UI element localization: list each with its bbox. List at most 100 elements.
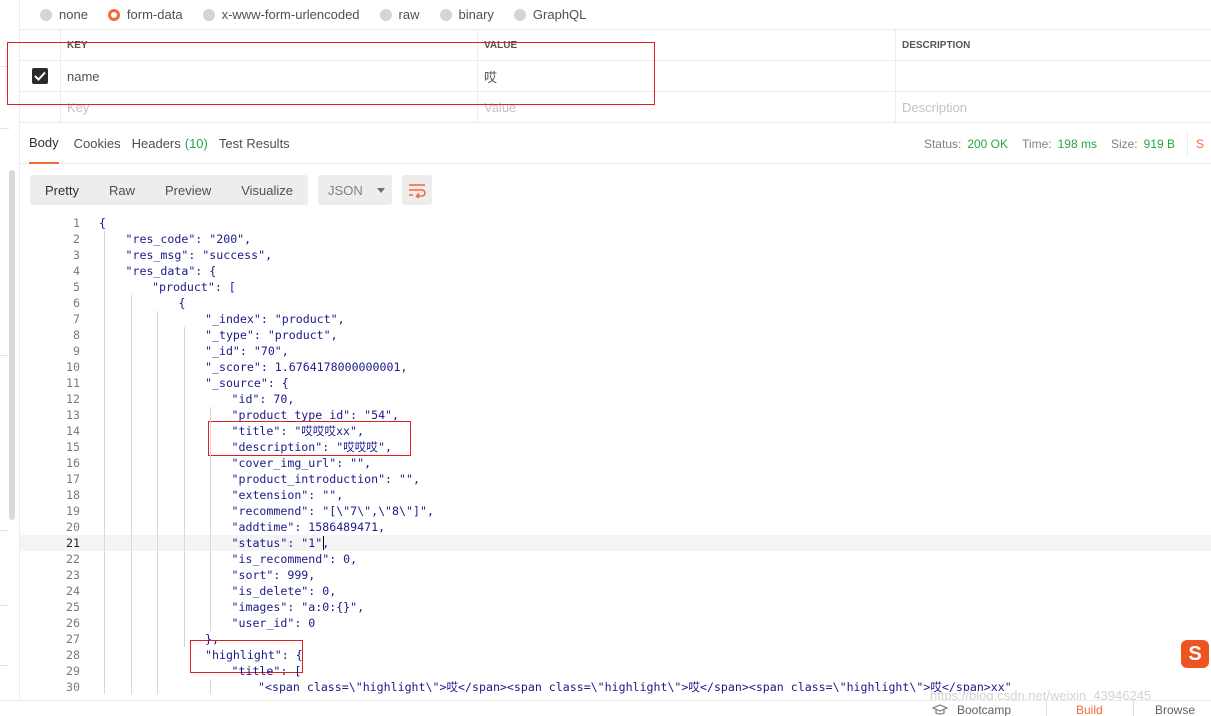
line-number: 18: [66, 488, 80, 502]
save-response-button[interactable]: S: [1187, 131, 1211, 157]
code-line: 23 "sort": 999,: [20, 567, 1211, 583]
line-number: 25: [66, 600, 80, 614]
tab-test-results[interactable]: Test Results: [219, 124, 290, 164]
code-text: "title": [: [231, 664, 302, 678]
chevron-down-icon: [376, 187, 385, 193]
code-text: {: [99, 216, 106, 230]
code-line: 28 "highlight": {: [20, 647, 1211, 663]
line-number: 29: [66, 664, 80, 678]
radio-label: x-www-form-urlencoded: [221, 7, 360, 22]
line-number: 12: [66, 392, 80, 406]
indent-guide: [210, 407, 211, 631]
size-label: Size:: [1110, 137, 1138, 151]
radio-dot-icon: [379, 8, 392, 21]
code-line: 17 "product_introduction": "",: [20, 471, 1211, 487]
code-line: 20 "addtime": 1586489471,: [20, 519, 1211, 535]
response-body-viewer[interactable]: 1{2 "res_code": "200", 3 "res_msg": "succes…: [20, 214, 1211, 694]
status-label: Status:: [923, 137, 962, 151]
code-text: "highlight": {: [205, 648, 303, 662]
line-number: 15: [66, 440, 80, 454]
tab-cookies[interactable]: Cookies: [74, 124, 121, 164]
radio-none[interactable]: none: [40, 7, 88, 22]
indent-guide: [130, 295, 132, 694]
code-line: 13 "product_type_id": "54",: [20, 407, 1211, 423]
code-line: 26 "user_id": 0: [20, 615, 1211, 631]
code-text: "product_type_id": "54",: [231, 408, 400, 422]
line-number: 30: [66, 680, 80, 694]
radio-dot-icon: [107, 8, 120, 21]
code-line: 5 "product": [: [20, 279, 1211, 295]
left-scrollbar[interactable]: [9, 170, 15, 520]
code-line: 22 "is_recommend": 0,: [20, 551, 1211, 567]
code-line: 19 "recommend": "[\"7\",\"8\"]",: [20, 503, 1211, 519]
code-line: 10 "_score": 1.6764178000000001,: [20, 359, 1211, 375]
new-description-input[interactable]: Description: [896, 92, 1211, 122]
code-text: "title": "哎哎哎xx",: [231, 424, 365, 438]
line-number: 13: [66, 408, 80, 422]
sogou-ime-icon[interactable]: S: [1181, 640, 1209, 668]
radio-x-www-form-urlencoded[interactable]: x-www-form-urlencoded: [202, 7, 360, 22]
tab-body[interactable]: Body: [29, 124, 59, 164]
code-line: 9 "_id": "70",: [20, 343, 1211, 359]
code-text: "_score": 1.6764178000000001,: [205, 360, 408, 374]
wrap-lines-button[interactable]: [402, 175, 433, 205]
radio-form-data[interactable]: form-data: [107, 7, 183, 22]
radio-label: binary: [458, 7, 494, 22]
code-text: "_id": "70",: [205, 344, 289, 358]
radio-dot-icon: [439, 8, 452, 21]
bootcamp-label: Bootcamp: [957, 703, 1012, 716]
code-line: 24 "is_delete": 0,: [20, 583, 1211, 599]
radio-dot-icon: [513, 8, 526, 21]
status-value[interactable]: 200 OK: [967, 137, 1008, 151]
line-number: 4: [73, 264, 80, 278]
code-line: 8 "_type": "product",: [20, 327, 1211, 343]
line-number: 7: [73, 312, 80, 326]
radio-binary[interactable]: binary: [439, 7, 494, 22]
size-value[interactable]: 919 B: [1144, 137, 1175, 151]
view-pretty-button[interactable]: Pretty: [30, 175, 94, 205]
code-text: "status": "1",: [231, 536, 330, 550]
code-line: 14 "title": "哎哎哎xx",: [20, 423, 1211, 439]
left-gutter: [0, 0, 20, 716]
code-text: "cover_img_url": "",: [231, 456, 372, 470]
view-preview-button[interactable]: Preview: [150, 175, 226, 205]
line-number: 6: [73, 296, 80, 310]
param-description-field[interactable]: [896, 61, 1211, 91]
code-line: 6{: [20, 295, 1211, 311]
radio-label: none: [59, 7, 88, 22]
code-line: 11 "_source": {: [20, 375, 1211, 391]
radio-label: form-data: [126, 7, 183, 22]
indent-guide: [183, 327, 185, 647]
code-text: "is_delete": 0,: [231, 584, 337, 598]
time-value[interactable]: 198 ms: [1058, 137, 1097, 151]
code-line: 15 "description": "哎哎哎",: [20, 439, 1211, 455]
code-text: "description": "哎哎哎",: [231, 440, 392, 454]
wrap-icon: [409, 184, 426, 198]
code-text: "_source": {: [205, 376, 289, 390]
radio-raw[interactable]: raw: [379, 7, 420, 22]
body-type-selector: none form-data x-www-form-urlencoded raw bin…: [20, 0, 1211, 30]
code-line: 1{: [20, 215, 1211, 231]
line-number: 17: [66, 472, 80, 486]
line-number: 24: [66, 584, 80, 598]
code-text: "res_msg": "success",: [125, 248, 273, 262]
text-cursor: [322, 536, 324, 550]
code-line: 4 "res_data": {: [20, 263, 1211, 279]
view-raw-button[interactable]: Raw: [94, 175, 150, 205]
code-line: 16 "cover_img_url": "",: [20, 455, 1211, 471]
view-visualize-button[interactable]: Visualize: [226, 175, 308, 205]
build-tab[interactable]: Build: [1076, 703, 1103, 716]
line-number: 8: [73, 328, 80, 342]
response-view-toolbar: Pretty Raw Preview Visualize JSON: [30, 175, 433, 205]
tab-headers[interactable]: Headers (10): [132, 124, 208, 164]
radio-dot-icon: [40, 8, 52, 21]
radio-graphql[interactable]: GraphQL: [513, 7, 586, 22]
bottom-status-bar: Bootcamp Build Browse: [0, 700, 1211, 716]
bootcamp-item[interactable]: Bootcamp: [932, 703, 1011, 716]
code-text: "is_recommend": 0,: [231, 552, 358, 566]
format-select[interactable]: JSON: [318, 175, 393, 205]
indent-guide: [157, 311, 158, 694]
code-text: "id": 70,: [231, 392, 295, 406]
browse-tab[interactable]: Browse: [1155, 703, 1195, 716]
line-number: 19: [66, 504, 80, 518]
